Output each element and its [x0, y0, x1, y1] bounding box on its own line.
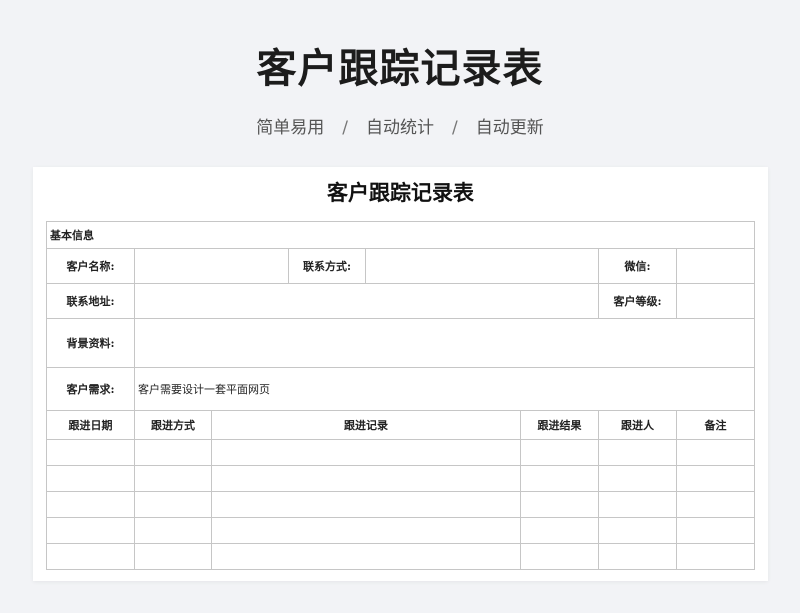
table-cell[interactable]	[676, 517, 755, 544]
label-customer-needs: 客户需求:	[46, 367, 135, 411]
col-header-notes: 备注	[676, 410, 755, 440]
spreadsheet-preview: 客户跟踪记录表 基本信息 客户名称: 联系方式: 微信: 联系地址: 客户等级:…	[33, 167, 768, 581]
sheet-title: 客户跟踪记录表	[327, 180, 474, 205]
tagline-separator: /	[342, 118, 348, 138]
table-cell[interactable]	[46, 517, 135, 544]
col-header-follow-date: 跟进日期	[46, 410, 135, 440]
table-cell[interactable]	[46, 491, 135, 518]
table-cell[interactable]	[676, 491, 755, 518]
label-customer-name: 客户名称:	[46, 248, 135, 284]
table-cell[interactable]	[46, 439, 135, 466]
col-header-follow-result: 跟进结果	[520, 410, 599, 440]
table-row	[46, 439, 755, 466]
col-header-follow-method: 跟进方式	[134, 410, 212, 440]
table-cell[interactable]	[520, 465, 599, 492]
tagline: 简单易用 / 自动统计 / 自动更新	[0, 113, 800, 138]
table-cell[interactable]	[598, 491, 677, 518]
table-cell[interactable]	[598, 439, 677, 466]
table-cell[interactable]	[46, 543, 135, 570]
label-contact-method: 联系方式:	[288, 248, 366, 284]
label-background: 背景资料:	[46, 318, 135, 368]
section-basic-info: 基本信息	[46, 221, 755, 249]
table-cell[interactable]	[676, 543, 755, 570]
field-customer-needs[interactable]: 客户需要设计一套平面网页	[134, 367, 755, 411]
table-cell[interactable]	[211, 517, 521, 544]
table-cell[interactable]	[598, 543, 677, 570]
table-row	[46, 491, 755, 518]
table-cell[interactable]	[134, 465, 212, 492]
table-cell[interactable]	[676, 465, 755, 492]
table-cell[interactable]	[520, 543, 599, 570]
col-header-follower: 跟进人	[598, 410, 677, 440]
field-address[interactable]	[134, 283, 599, 319]
table-cell[interactable]	[134, 543, 212, 570]
table-cell[interactable]	[211, 439, 521, 466]
label-address: 联系地址:	[46, 283, 135, 319]
field-customer-level[interactable]	[676, 283, 755, 319]
table-cell[interactable]	[520, 439, 599, 466]
table-cell[interactable]	[211, 465, 521, 492]
table-cell[interactable]	[676, 439, 755, 466]
table-cell[interactable]	[520, 517, 599, 544]
tagline-easy: 简单易用	[256, 118, 325, 138]
tagline-auto-stats: 自动统计	[366, 118, 434, 138]
tagline-separator: /	[452, 118, 458, 138]
table-cell[interactable]	[134, 517, 212, 544]
table-cell[interactable]	[134, 491, 212, 518]
field-contact-method[interactable]	[365, 248, 599, 284]
field-background[interactable]	[134, 318, 755, 368]
table-row	[46, 465, 755, 492]
label-wechat: 微信:	[598, 248, 677, 284]
table-cell[interactable]	[46, 465, 135, 492]
tagline-auto-update: 自动更新	[475, 118, 544, 138]
table-row	[46, 543, 755, 570]
customer-tracking-table: 基本信息 客户名称: 联系方式: 微信: 联系地址: 客户等级: 背景资料: 客…	[46, 221, 755, 570]
table-cell[interactable]	[598, 465, 677, 492]
table-cell[interactable]	[598, 517, 677, 544]
label-customer-level: 客户等级:	[598, 283, 677, 319]
col-header-follow-record: 跟进记录	[211, 410, 521, 440]
field-customer-name[interactable]	[134, 248, 289, 284]
hero-title: 客户跟踪记录表	[256, 46, 544, 92]
field-wechat[interactable]	[676, 248, 755, 284]
table-row	[46, 517, 755, 544]
table-cell[interactable]	[211, 491, 521, 518]
table-cell[interactable]	[134, 439, 212, 466]
table-cell[interactable]	[211, 543, 521, 570]
table-cell[interactable]	[520, 491, 599, 518]
